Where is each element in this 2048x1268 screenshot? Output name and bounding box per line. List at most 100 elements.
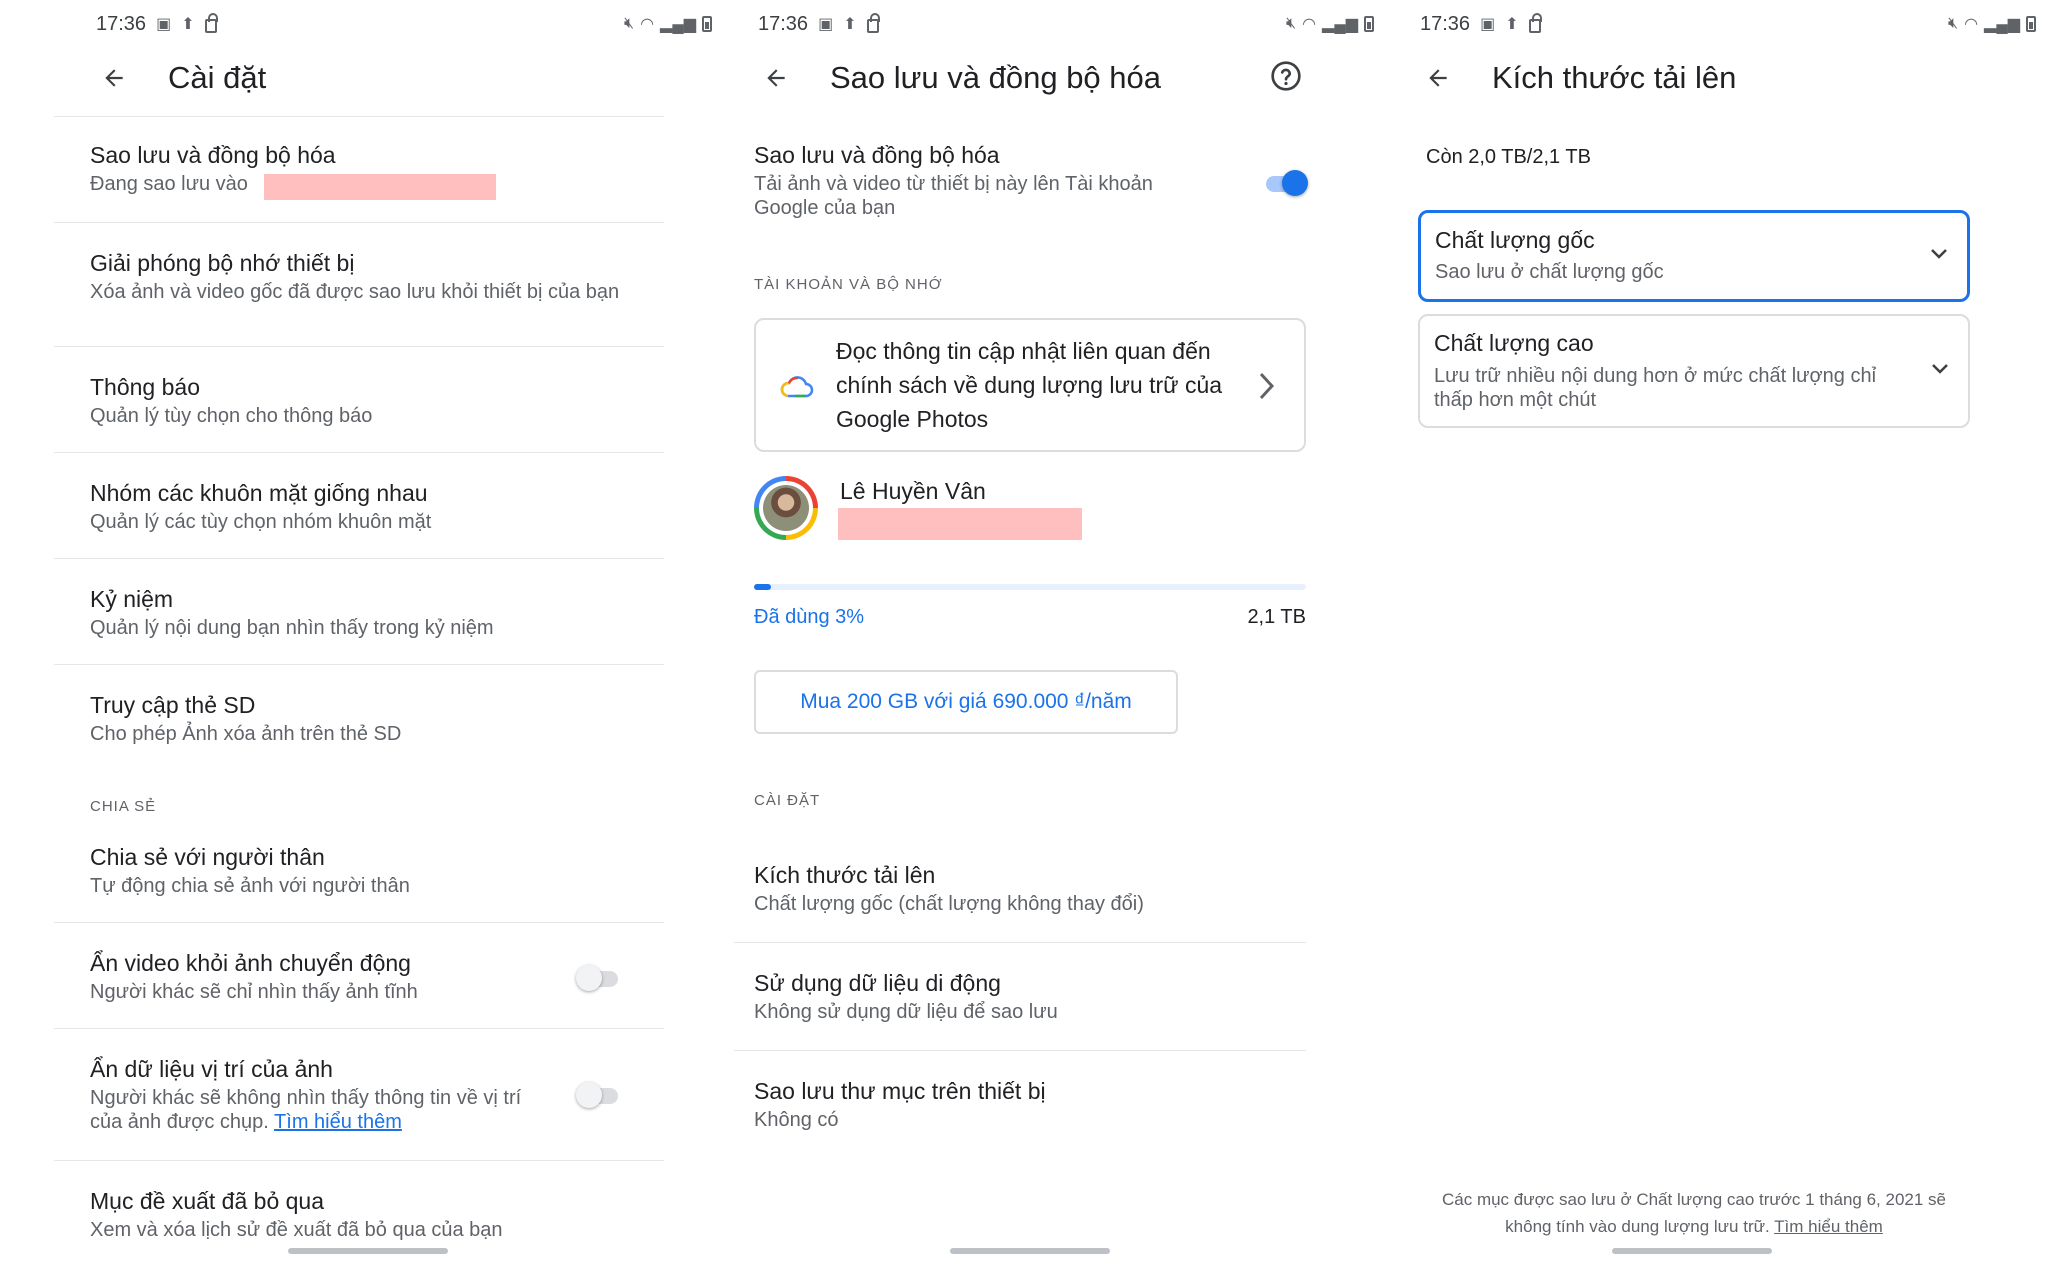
divider: [734, 942, 1306, 943]
home-indicator[interactable]: [950, 1248, 1110, 1254]
item-subtitle-line2: của ảnh được chụp.: [90, 1111, 269, 1133]
storage-policy-card[interactable]: Đọc thông tin cập nhật liên quan đến chí…: [754, 318, 1306, 452]
arrow-back-icon: [1429, 69, 1447, 87]
app-bar: Kích thước tải lên: [1396, 52, 2048, 104]
arrow-back-icon: [105, 69, 123, 87]
battery-icon: [702, 16, 712, 32]
learn-more-link[interactable]: Tìm hiểu thêm: [274, 1111, 402, 1133]
item-title: Kích thước tải lên: [754, 862, 936, 888]
gallery-icon: ▣: [156, 16, 172, 33]
wifi-icon: ◠: [640, 16, 655, 33]
item-subtitle: Chất lượng gốc (chất lượng không thay đổ…: [754, 893, 1144, 915]
item-title: Ẩn dữ liệu vị trí của ảnh: [90, 1056, 333, 1082]
option-subtitle: Lưu trữ nhiều nội dung hơn ở mức chất lư…: [1434, 365, 1877, 411]
storage-remaining: Còn 2,0 TB/2,1 TB: [1426, 146, 1591, 168]
item-title: Giải phóng bộ nhớ thiết bị: [90, 250, 355, 276]
option-title: Chất lượng cao: [1434, 330, 1594, 356]
item-subtitle: Xem và xóa lịch sử đề xuất đã bỏ qua của…: [90, 1219, 503, 1241]
item-title: Sao lưu thư mục trên thiết bị: [754, 1078, 1046, 1104]
status-bar: 17:36 ▣ ⬆ 🔇︎ ◠ ▂▄▆: [758, 12, 1374, 36]
settings-item-face-grouping[interactable]: Nhóm các khuôn mặt giống nhau Quản lý cá…: [90, 478, 682, 534]
divider: [54, 922, 664, 923]
divider: [54, 116, 664, 117]
settings-item-memories[interactable]: Kỷ niệm Quản lý nội dung bạn nhìn thấy t…: [90, 584, 682, 640]
settings-item-device-folders[interactable]: Sao lưu thư mục trên thiết bị Không có: [754, 1076, 1346, 1132]
toggle-knob: [576, 1082, 602, 1108]
status-bar: 17:36 ▣ ⬆ 🔇︎ ◠ ▂▄▆: [1420, 12, 2036, 36]
mute-icon: 🔇︎: [1947, 15, 1959, 32]
page-title: Sao lưu và đồng bộ hóa: [830, 60, 1162, 95]
status-time: 17:36: [1420, 12, 1471, 35]
divider: [54, 222, 664, 223]
quality-option-original[interactable]: Chất lượng gốc Sao lưu ở chất lượng gốc: [1418, 210, 1970, 302]
learn-more-link[interactable]: Tìm hiểu thêm: [1774, 1217, 1883, 1236]
item-title: Chia sẻ với người thân: [90, 844, 325, 870]
divider: [54, 1160, 664, 1161]
mute-icon: 🔇︎: [623, 15, 635, 32]
settings-item-free-up-space[interactable]: Giải phóng bộ nhớ thiết bị Xóa ảnh và vi…: [90, 248, 630, 304]
settings-screen: 17:36 ▣ ⬆ 🔇︎ ◠ ▂▄▆ Cài đặt Sao lưu và đồ…: [54, 0, 736, 1268]
wifi-icon: ◠: [1302, 16, 1317, 33]
wifi-icon: ◠: [1964, 16, 1979, 33]
settings-item-upload-size[interactable]: Kích thước tải lên Chất lượng gốc (chất …: [754, 860, 1346, 916]
settings-item-hide-location[interactable]: Ẩn dữ liệu vị trí của ảnh Người khác sẽ …: [90, 1054, 560, 1134]
signal-icon: ▂▄▆: [660, 16, 696, 33]
home-indicator[interactable]: [1612, 1248, 1772, 1254]
storage-policy-text: Đọc thông tin cập nhật liên quan đến chí…: [836, 338, 1223, 432]
buy-storage-button[interactable]: Mua 200 GB với giá 690.000 ₫/năm: [754, 670, 1178, 734]
backup-sync-toggle[interactable]: [1262, 170, 1308, 196]
app-bar: Cài đặt: [72, 52, 736, 104]
back-button[interactable]: [1414, 54, 1462, 102]
hide-video-toggle[interactable]: [576, 965, 622, 991]
status-time: 17:36: [758, 12, 809, 35]
account-name: Lê Huyền Vân: [840, 478, 986, 504]
item-subtitle: Quản lý tùy chọn cho thông báo: [90, 405, 373, 427]
item-title: Thông báo: [90, 374, 200, 400]
backup-sync-setting[interactable]: Sao lưu và đồng bộ hóa Tải ảnh và video …: [754, 140, 1214, 220]
item-subtitle: Người khác sẽ không nhìn thấy thông tin …: [90, 1086, 560, 1134]
item-subtitle: Xóa ảnh và video gốc đã được sao lưu khỏ…: [90, 281, 620, 303]
upload-size-screen: 17:36 ▣ ⬆ 🔇︎ ◠ ▂▄▆ Kích thước tải lên Cò…: [1396, 0, 2048, 1268]
divider: [54, 452, 664, 453]
arrow-back-icon: [767, 69, 785, 87]
settings-item-partner-sharing[interactable]: Chia sẻ với người thân Tự động chia sẻ ả…: [90, 842, 682, 898]
chevron-down-icon: [1931, 249, 1947, 259]
status-bar: 17:36 ▣ ⬆ 🔇︎ ◠ ▂▄▆: [96, 12, 712, 36]
gallery-icon: ▣: [1480, 16, 1496, 33]
item-title: Sử dụng dữ liệu di động: [754, 970, 1001, 996]
storage-used-label: Đã dùng 3%: [754, 606, 865, 628]
item-subtitle: Quản lý nội dung bạn nhìn thấy trong kỷ …: [90, 617, 494, 639]
hide-location-toggle[interactable]: [576, 1082, 622, 1108]
home-indicator[interactable]: [288, 1248, 448, 1254]
storage-progress-bar: [754, 584, 1306, 590]
settings-item-mobile-data[interactable]: Sử dụng dữ liệu di động Không sử dụng dữ…: [754, 968, 1346, 1024]
item-title: Sao lưu và đồng bộ hóa: [754, 142, 1000, 168]
section-header-account-storage: TÀI KHOẢN VÀ BỘ NHỚ: [754, 276, 943, 293]
status-time: 17:36: [96, 12, 147, 35]
lock-icon: [866, 13, 880, 33]
item-subtitle: Không sử dụng dữ liệu để sao lưu: [754, 1001, 1058, 1023]
back-button[interactable]: [752, 54, 800, 102]
storage-total-label: 2,1 TB: [1247, 606, 1306, 628]
item-title: Sao lưu và đồng bộ hóa: [90, 142, 336, 168]
toggle-knob: [1282, 170, 1308, 196]
section-header-settings: CÀI ĐẶT: [754, 792, 821, 809]
page-title: Kích thước tải lên: [1492, 60, 1737, 95]
settings-item-sd-card[interactable]: Truy cập thẻ SD Cho phép Ảnh xóa ảnh trê…: [90, 690, 682, 746]
help-icon[interactable]: [1270, 60, 1302, 92]
battery-icon: [1364, 16, 1374, 32]
settings-item-notifications[interactable]: Thông báo Quản lý tùy chọn cho thông báo: [90, 372, 682, 428]
settings-item-skipped-suggestions[interactable]: Mục đề xuất đã bỏ qua Xem và xóa lịch sử…: [90, 1186, 682, 1242]
item-subtitle: Tải ảnh và video từ thiết bị này lên Tài…: [754, 173, 1153, 219]
footnote-line2: không tính vào dung lượng lưu trữ.: [1505, 1217, 1770, 1236]
profile-photo: [763, 485, 809, 531]
quality-option-high[interactable]: Chất lượng cao Lưu trữ nhiều nội dung hơ…: [1418, 314, 1970, 428]
back-button[interactable]: [90, 54, 138, 102]
battery-icon: [2026, 16, 2036, 32]
divider: [54, 1028, 664, 1029]
redacted-email: [264, 174, 496, 200]
app-bar: Sao lưu và đồng bộ hóa: [734, 52, 1398, 104]
avatar: [754, 476, 818, 540]
toggle-knob: [576, 965, 602, 991]
chevron-right-icon: [1259, 372, 1275, 400]
